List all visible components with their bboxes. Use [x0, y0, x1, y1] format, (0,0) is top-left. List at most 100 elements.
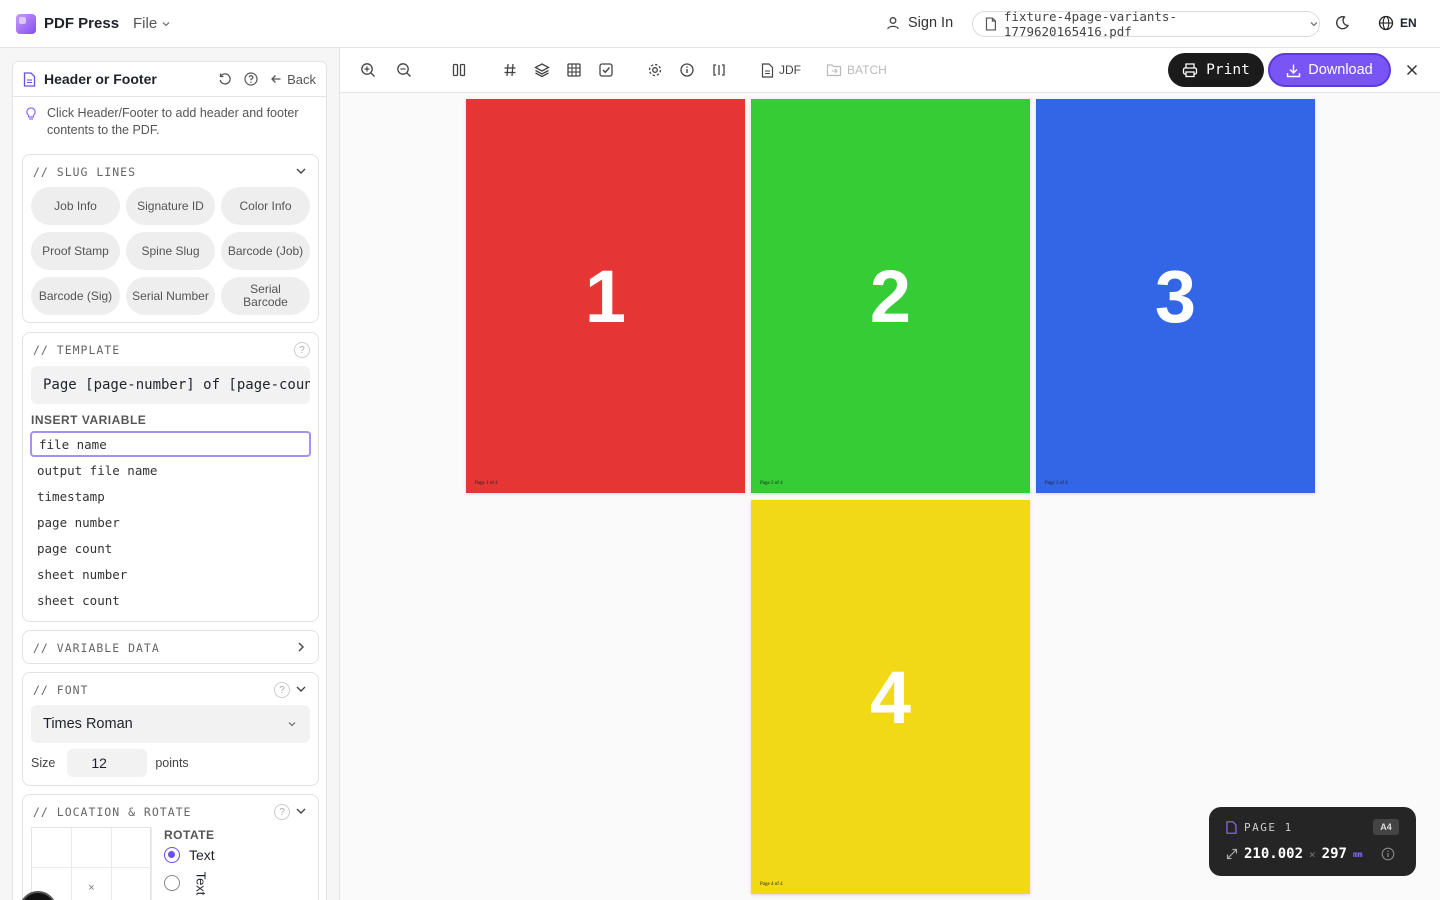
slug-chip-barcode-sig[interactable]: Barcode (Sig): [31, 277, 120, 315]
font-family-value: Times Roman: [43, 716, 133, 732]
variable-data-card[interactable]: // VARIABLE DATA: [22, 630, 319, 664]
panel-title: Header or Footer: [44, 71, 157, 87]
slug-chip-job-info[interactable]: Job Info: [31, 187, 120, 225]
back-button[interactable]: Back: [270, 72, 316, 87]
file-menu-label: File: [133, 15, 158, 32]
panel-header: Header or Footer Back: [12, 61, 327, 97]
page-thumbnail[interactable]: 4 Page 4 of 4: [751, 500, 1030, 894]
location-cell[interactable]: [112, 868, 152, 900]
slug-lines-card: // SLUG LINES Job Info Signature ID Colo…: [22, 154, 319, 323]
slug-chip-barcode-job[interactable]: Barcode (Job): [221, 232, 310, 270]
font-size-input[interactable]: 12: [67, 749, 148, 777]
variable-output-file-name[interactable]: output file name: [30, 457, 311, 483]
variable-data-title: // VARIABLE DATA: [33, 641, 160, 655]
location-cell-selected[interactable]: ×: [72, 868, 112, 900]
variable-timestamp[interactable]: timestamp: [30, 483, 311, 509]
variable-page-count[interactable]: page count: [30, 535, 311, 561]
info-icon[interactable]: [679, 60, 695, 80]
sign-in-label: Sign In: [908, 15, 954, 31]
template-input[interactable]: Page [page-number] of [page-count]: [31, 366, 310, 404]
close-icon[interactable]: [1404, 62, 1420, 83]
layers-icon[interactable]: [534, 60, 550, 80]
print-button[interactable]: Print: [1168, 53, 1264, 87]
info-icon[interactable]: [1381, 847, 1395, 861]
slug-lines-title: // SLUG LINES: [33, 165, 137, 179]
batch-button[interactable]: BATCH: [826, 60, 887, 80]
template-card: // TEMPLATE ? Page [page-number] of [pag…: [22, 332, 319, 622]
columns-icon[interactable]: [451, 60, 467, 80]
page-footer: Page 4 of 4: [760, 882, 783, 887]
globe-icon: [1378, 15, 1394, 31]
page-thumbnail[interactable]: 3 Page 3 of 4: [1036, 99, 1315, 493]
variable-sheet-number[interactable]: sheet number: [30, 561, 311, 587]
file-selector[interactable]: fixture-4page-variants-1779620165416.pdf: [972, 9, 1320, 39]
spread-icon[interactable]: [711, 60, 727, 80]
page-width: 210.002: [1244, 846, 1304, 862]
checkbox-icon[interactable]: [598, 60, 614, 80]
page-dimensions: 210.002 × 297 mm: [1226, 846, 1363, 862]
help-icon[interactable]: [244, 72, 258, 86]
print-label: Print: [1206, 62, 1250, 78]
help-icon[interactable]: ?: [294, 342, 310, 358]
zoom-in-icon[interactable]: [360, 60, 376, 80]
hint: Click Header/Footer to add header and fo…: [25, 105, 315, 139]
rotate-option-vertical[interactable]: Text: [164, 871, 213, 895]
zoom-out-icon[interactable]: [396, 60, 412, 80]
font-size-row: Size 12 points: [31, 749, 189, 777]
slug-chip-proof-stamp[interactable]: Proof Stamp: [31, 232, 120, 270]
download-label: Download: [1308, 62, 1373, 78]
document-icon: [761, 62, 774, 78]
reset-icon[interactable]: [218, 72, 232, 86]
file-name: fixture-4page-variants-1779620165416.pdf: [1003, 9, 1177, 39]
rotate-option-label: Text: [193, 871, 209, 895]
file-menu[interactable]: File: [133, 15, 171, 32]
settings-icon[interactable]: [647, 60, 663, 80]
location-cell[interactable]: [32, 828, 72, 868]
page-info-card: PAGE 1 A4 210.002 × 297 mm: [1209, 807, 1416, 876]
location-cell[interactable]: [72, 828, 112, 868]
language-selector[interactable]: EN: [1378, 15, 1417, 31]
document-icon: [23, 71, 36, 87]
chevron-down-icon[interactable]: [294, 682, 308, 696]
variable-file-name[interactable]: file name: [30, 431, 311, 457]
help-icon[interactable]: ?: [274, 682, 290, 698]
arrow-left-icon: [271, 75, 281, 83]
page-thumbnail[interactable]: 1 Page 1 of 4: [466, 99, 745, 493]
variable-page-number[interactable]: page number: [30, 509, 311, 535]
dimension-unit: mm: [1352, 849, 1363, 859]
chevron-down-icon[interactable]: [294, 164, 308, 178]
radio-unselected[interactable]: [164, 875, 180, 891]
file-icon: [985, 17, 996, 31]
slug-chip-serial-number[interactable]: Serial Number: [126, 277, 215, 315]
jdf-label: JDF: [779, 63, 801, 77]
slug-chip-serial-barcode[interactable]: Serial Barcode: [221, 277, 310, 315]
font-family-select[interactable]: Times Roman: [31, 705, 310, 743]
radio-selected[interactable]: [164, 847, 180, 863]
rotate-option-label: Text: [189, 847, 215, 863]
rotate-option-horizontal[interactable]: Text: [164, 847, 215, 863]
page-thumbnail[interactable]: 2 Page 2 of 4: [751, 99, 1030, 493]
sign-in-button[interactable]: Sign In: [886, 15, 953, 31]
dark-mode-toggle[interactable]: [1334, 15, 1350, 36]
language-label: EN: [1400, 16, 1417, 30]
page-size-tag: A4: [1373, 819, 1399, 835]
chevron-right-icon: [298, 642, 304, 652]
slug-chip-color-info[interactable]: Color Info: [221, 187, 310, 225]
grid-icon[interactable]: [566, 60, 582, 80]
resize-icon: [1226, 848, 1238, 860]
font-card: // FONT ? Times Roman Size 12 points: [22, 672, 319, 786]
app-brand: PDF Press: [44, 15, 120, 32]
help-icon[interactable]: ?: [274, 804, 290, 820]
page-number: 3: [1154, 254, 1197, 338]
jdf-button[interactable]: JDF: [761, 60, 801, 80]
printer-icon: [1183, 63, 1198, 78]
slug-chip-signature-id[interactable]: Signature ID: [126, 187, 215, 225]
slug-chip-spine-slug[interactable]: Spine Slug: [126, 232, 215, 270]
hash-icon[interactable]: [502, 60, 518, 80]
location-cell[interactable]: [112, 828, 152, 868]
variable-sheet-count[interactable]: sheet count: [30, 587, 311, 613]
lightbulb-icon: [26, 107, 36, 120]
download-button[interactable]: Download: [1268, 53, 1391, 87]
chevron-down-icon[interactable]: [294, 804, 308, 818]
font-size-label: Size: [31, 756, 56, 770]
